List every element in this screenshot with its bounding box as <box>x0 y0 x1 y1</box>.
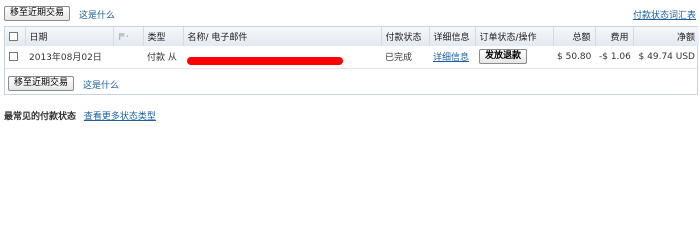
whats-this-link-bottom[interactable]: 这是什么 <box>83 78 119 91</box>
payment-status-cell: 已完成 <box>381 46 429 69</box>
common-status-title: 最常见的付款状态 <box>4 112 77 122</box>
net-cell: $ 49.74 USD <box>633 46 699 69</box>
table-row: 2013年08月02日 付款 从 已完成 详细信息 发放退款 $ 50.80 -… <box>5 46 699 69</box>
fee-cell: -$ 1.06 <box>595 46 633 69</box>
common-status-section: 最常见的付款状态 查看更多状态类型 <box>4 109 156 122</box>
details-link[interactable]: 详细信息 <box>433 53 469 63</box>
table-header-row: 日期 类型 名称/ 电子邮件 付款状态 详细信息 订单状态/操作 总额 费用 净… <box>5 27 699 46</box>
row-select-cell <box>5 46 25 69</box>
payment-status-header[interactable]: 付款状态 <box>380 27 429 46</box>
type-header[interactable]: 类型 <box>142 27 183 46</box>
whats-this-link[interactable]: 这是什么 <box>79 8 115 21</box>
order-status-header: 订单状态/操作 <box>474 27 553 46</box>
top-toolbar: 移至近期交易 这是什么 付款状态词汇表 <box>4 4 698 24</box>
details-cell: 详细信息 <box>429 46 475 69</box>
select-all-header <box>5 27 25 46</box>
flag-header[interactable] <box>112 27 143 46</box>
flag-cell <box>113 46 143 69</box>
more-status-types-link[interactable]: 查看更多状态类型 <box>84 112 156 122</box>
transactions-table: 日期 类型 名称/ 电子邮件 付款状态 详细信息 订单状态/操作 总额 费用 净… <box>5 27 699 69</box>
action-cell: 发放退款 <box>475 46 553 69</box>
bottom-action-bar: 移至近期交易 这是什么 <box>5 74 697 94</box>
date-header[interactable]: 日期 <box>24 27 113 46</box>
move-to-recent-button-bottom[interactable]: 移至近期交易 <box>8 76 75 91</box>
flag-icon <box>118 32 128 40</box>
type-cell: 付款 从 <box>143 46 183 69</box>
payment-status-glossary-link[interactable]: 付款状态词汇表 <box>633 8 696 21</box>
transactions-table-panel: 日期 类型 名称/ 电子邮件 付款状态 详细信息 订单状态/操作 总额 费用 净… <box>4 26 699 95</box>
redacted-email-mark <box>187 57 343 65</box>
date-cell: 2013年08月02日 <box>25 46 113 69</box>
gross-header[interactable]: 总额 <box>552 27 595 46</box>
fee-header[interactable]: 费用 <box>594 27 633 46</box>
details-header: 详细信息 <box>428 27 475 46</box>
gross-cell: $ 50.80 <box>553 46 595 69</box>
row-checkbox[interactable] <box>9 51 18 61</box>
name-email-header[interactable]: 名称/ 电子邮件 <box>182 27 381 46</box>
net-header[interactable]: 净额 <box>632 27 699 46</box>
select-all-checkbox[interactable] <box>9 31 18 41</box>
issue-refund-button[interactable]: 发放退款 <box>479 49 528 65</box>
move-to-recent-button[interactable]: 移至近期交易 <box>4 6 71 21</box>
